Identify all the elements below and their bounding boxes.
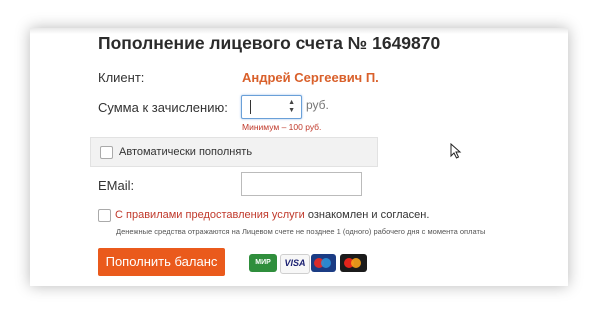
visa-logo-icon: VISA	[280, 254, 310, 274]
client-name: Андрей Сергеевич П.	[242, 70, 379, 85]
text-caret	[250, 100, 251, 114]
agree-suffix: ознакомлен и согласен.	[307, 209, 430, 221]
terms-link[interactable]: правилами предоставления услуги	[126, 209, 305, 221]
email-label: EMail:	[98, 178, 135, 193]
email-field[interactable]	[241, 172, 362, 196]
amount-input[interactable]: ▲ ▼	[241, 95, 302, 119]
auto-refill-row: Автоматически пополнять	[90, 137, 378, 167]
mir-logo-icon: МИР	[249, 254, 277, 272]
mastercard-orange-circle	[351, 258, 361, 268]
maestro-blue-circle	[321, 258, 331, 268]
agree-text: С правилами предоставления услуги ознако…	[115, 209, 429, 221]
spinner-arrows-icon[interactable]: ▲ ▼	[288, 99, 295, 115]
minimum-hint: Минимум – 100 руб.	[242, 122, 322, 132]
client-label: Клиент:	[98, 70, 145, 85]
auto-refill-checkbox[interactable]	[100, 146, 113, 159]
agree-checkbox[interactable]	[98, 209, 111, 222]
maestro-logo-icon	[311, 254, 336, 272]
mouse-pointer-icon	[450, 143, 462, 159]
amount-label: Сумма к зачислению:	[98, 100, 228, 115]
agree-prefix: С	[115, 209, 123, 221]
page-title: Пополнение лицевого счета № 1649870	[98, 33, 441, 53]
processing-note: Денежные средства отражаются на Лицевом …	[116, 227, 486, 236]
auto-refill-label[interactable]: Автоматически пополнять	[119, 146, 252, 158]
top-up-balance-button[interactable]: Пополнить баланс	[98, 248, 225, 276]
mastercard-logo-icon	[340, 254, 367, 272]
currency-label: руб.	[306, 98, 329, 112]
